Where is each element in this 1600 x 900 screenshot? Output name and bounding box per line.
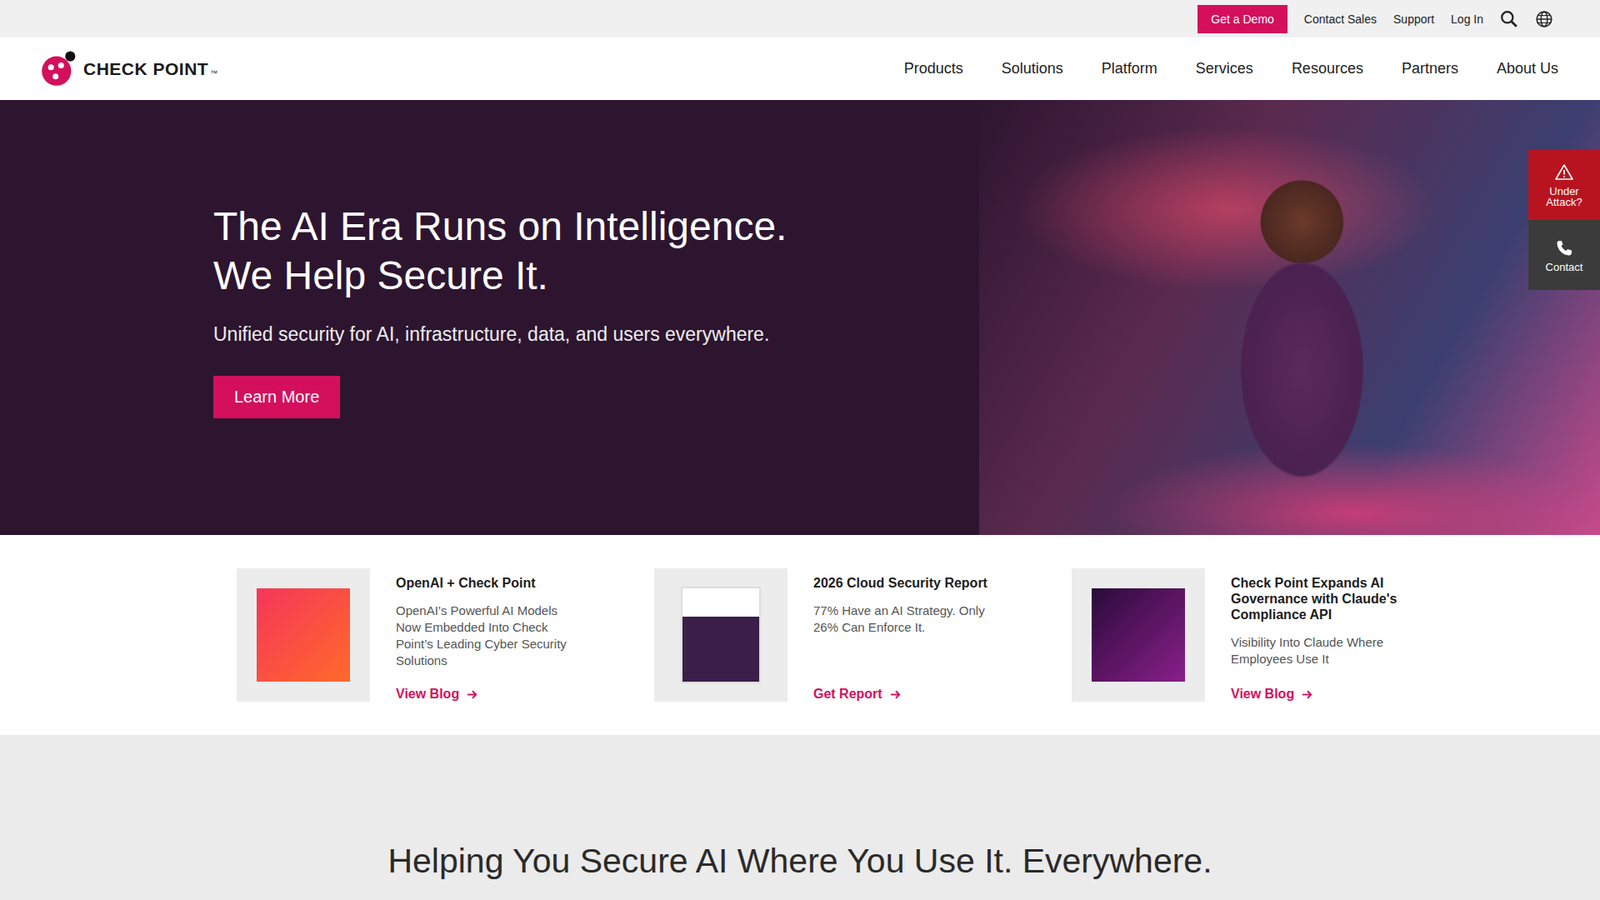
card-image <box>680 586 761 684</box>
logo-mark-icon <box>40 50 77 88</box>
card-link[interactable]: Get Report <box>813 686 997 702</box>
warning-icon <box>1554 162 1575 183</box>
card-description: 77% Have an AI Strategy. Only 26% Can En… <box>813 602 997 636</box>
card-thumbnail <box>1071 568 1205 702</box>
nav-menu: Products Solutions Platform Services Resourc… <box>904 60 1559 78</box>
card-image <box>1091 588 1185 682</box>
card-link[interactable]: View Blog <box>1230 686 1415 702</box>
card-title: 2026 Cloud Security Report <box>813 575 997 591</box>
feature-card[interactable]: Check Point Expands AI Governance with C… <box>1071 568 1490 735</box>
hero: The AI Era Runs on Intelligence.We Help … <box>0 100 1600 535</box>
card-link[interactable]: View Blog <box>395 686 580 702</box>
phone-icon <box>1554 238 1575 259</box>
hero-photo <box>979 100 1600 535</box>
card-title: Check Point Expands AI Governance with C… <box>1230 575 1415 623</box>
card-body: OpenAI + Check Point OpenAI’s Powerful AI… <box>395 568 580 702</box>
secure-ai-section: Helping You Secure AI Where You Use It. … <box>0 735 1600 900</box>
hero-title: The AI Era Runs on Intelligence.We Help … <box>213 201 787 300</box>
utility-link[interactable]: Log In <box>1450 12 1484 26</box>
utility-link[interactable]: Contact Sales <box>1304 12 1377 26</box>
nav-item[interactable]: Solutions <box>1001 60 1064 78</box>
nav-item[interactable]: Services <box>1195 60 1254 78</box>
learn-more-button[interactable]: Learn More <box>213 375 340 419</box>
nav-item[interactable]: Partners <box>1401 60 1459 78</box>
arrow-right-icon <box>1300 688 1314 701</box>
card-body: Check Point Expands AI Governance with C… <box>1230 568 1415 702</box>
get-demo-button[interactable]: Get a Demo <box>1197 5 1287 34</box>
card-description: OpenAI’s Powerful AI Models Now Embedded… <box>395 602 580 670</box>
logo[interactable]: CHECK POINT™ <box>40 50 218 88</box>
hero-title-line: We Help Secure It. <box>213 250 787 300</box>
card-thumbnail <box>654 568 788 702</box>
side-widget-label: Contact <box>1545 261 1584 273</box>
feature-card[interactable]: OpenAI + Check Point OpenAI’s Powerful AI… <box>236 568 655 735</box>
side-widget[interactable]: Under Attack? <box>1528 150 1600 220</box>
side-widgets: Under Attack? Contact <box>1528 150 1600 290</box>
card-image <box>256 588 350 682</box>
nav-item[interactable]: Platform <box>1101 60 1158 78</box>
side-widget-label: Under Attack? <box>1538 185 1590 208</box>
hero-title-line: The AI Era Runs on Intelligence. <box>213 201 787 251</box>
search-icon[interactable] <box>1500 10 1519 29</box>
card-body: 2026 Cloud Security Report 77% Have an AI… <box>813 568 997 702</box>
globe-icon[interactable] <box>1535 10 1554 29</box>
feature-card[interactable]: 2026 Cloud Security Report 77% Have an AI… <box>654 568 1072 735</box>
nav-item[interactable]: Resources <box>1291 60 1364 78</box>
page: Get a Demo Contact Sales Support Log In CHEC… <box>0 0 1600 900</box>
logo-text: CHECK POINT <box>83 59 209 80</box>
trademark: ™ <box>210 69 218 78</box>
section-heading: Helping You Secure AI Where You Use It. … <box>387 841 1212 900</box>
arrow-right-icon <box>889 688 902 701</box>
featured-cards: OpenAI + Check Point OpenAI’s Powerful AI… <box>0 535 1600 735</box>
card-description: Visibility Into Claude Where Employees U… <box>1230 634 1415 668</box>
utility-bar: Get a Demo Contact Sales Support Log In <box>0 0 1600 38</box>
card-thumbnail <box>236 568 370 702</box>
card-title: OpenAI + Check Point <box>395 575 580 591</box>
utility-link[interactable]: Support <box>1393 12 1435 26</box>
main-nav: CHECK POINT™ Products Solutions Platform Ser… <box>0 37 1600 100</box>
hero-subtitle: Unified security for AI, infrastructure,… <box>213 323 787 346</box>
nav-item[interactable]: About Us <box>1496 60 1559 78</box>
nav-item[interactable]: Products <box>904 60 964 78</box>
hero-content: The AI Era Runs on Intelligence.We Help … <box>0 100 787 535</box>
arrow-right-icon <box>465 688 479 701</box>
side-widget[interactable]: Contact <box>1528 220 1600 290</box>
